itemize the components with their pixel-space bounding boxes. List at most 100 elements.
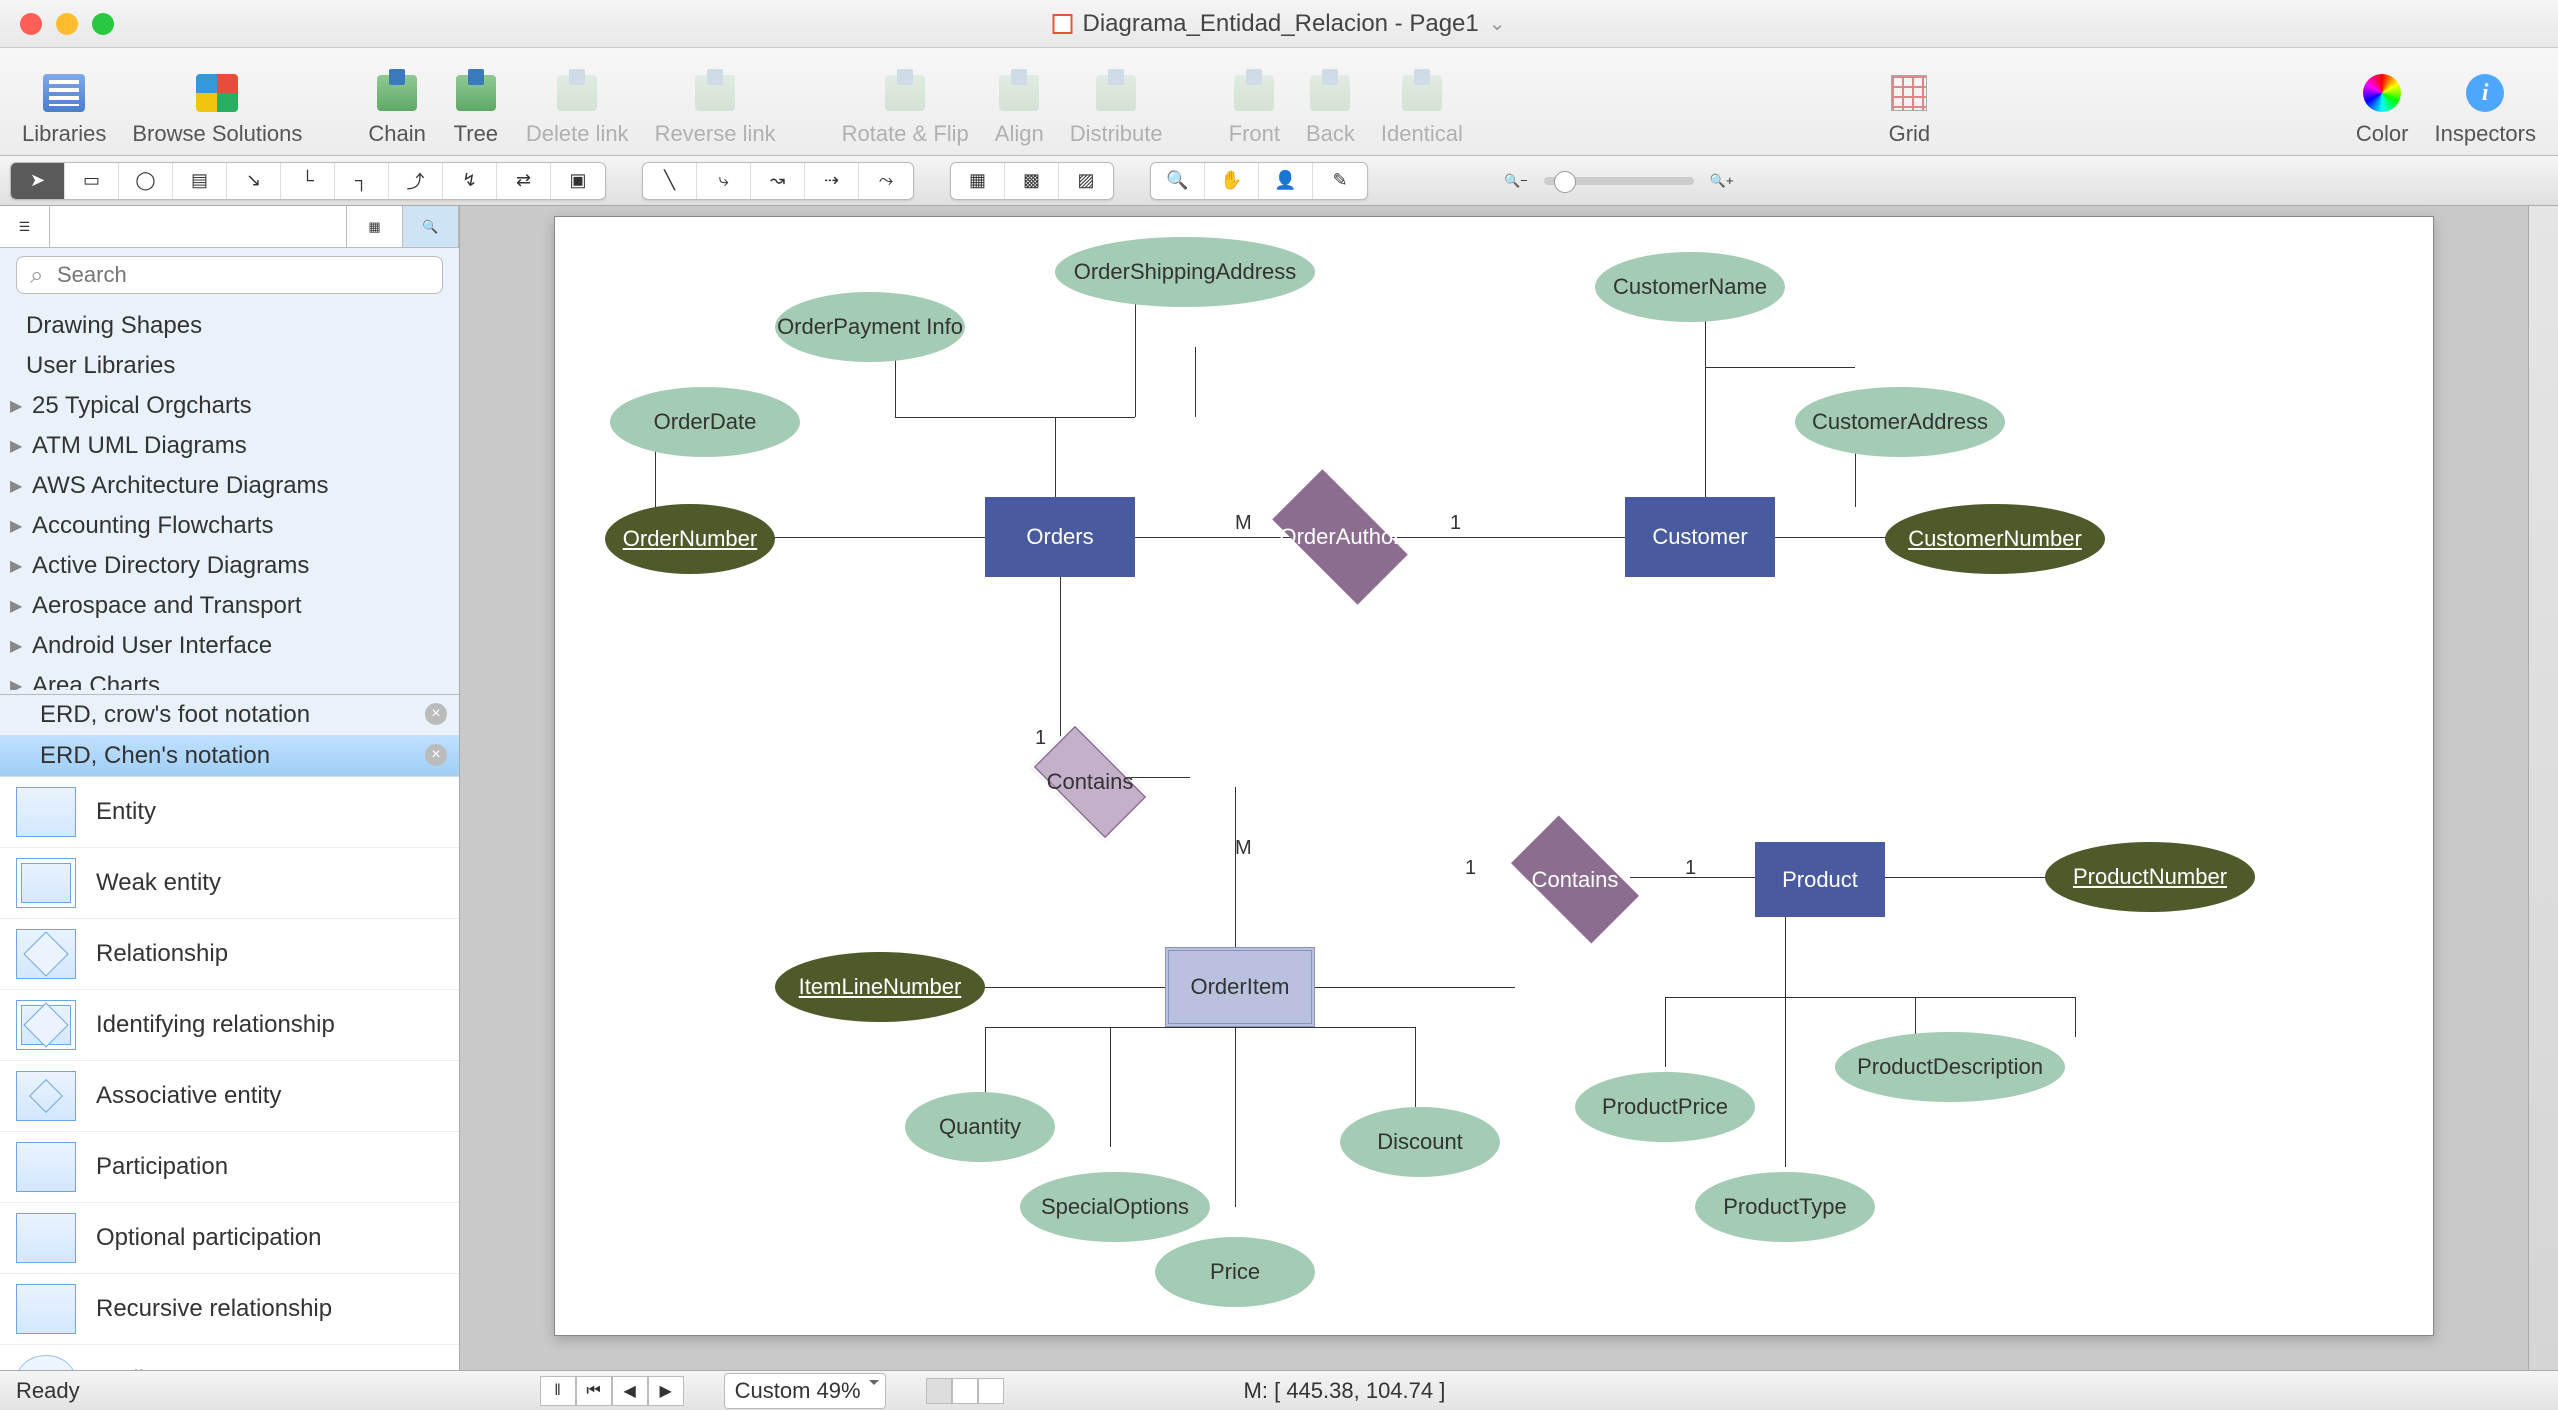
relationship-contains-1[interactable]: Contains <box>1015 737 1165 827</box>
connector-tool-7[interactable]: ▣ <box>551 163 605 199</box>
zoom-select[interactable]: Custom 49% <box>724 1373 886 1409</box>
close-icon[interactable]: × <box>425 744 447 766</box>
key-ordernumber[interactable]: OrderNumber <box>605 504 775 574</box>
tree-item[interactable]: ▶25 Typical Orgcharts <box>0 386 459 426</box>
tree-item[interactable]: Drawing Shapes <box>0 306 459 346</box>
tree-item[interactable]: ▶ATM UML Diagrams <box>0 426 459 466</box>
text-tool[interactable]: ▤ <box>173 163 227 199</box>
shape-recursive-relationship[interactable]: Recursive relationship <box>0 1274 459 1345</box>
line-tool-3[interactable]: ↝ <box>751 163 805 199</box>
attribute-customeraddress[interactable]: CustomerAddress <box>1795 387 2005 457</box>
grid-button[interactable]: Grid <box>1877 69 1941 147</box>
libraries-button[interactable]: Libraries <box>14 69 114 147</box>
connector-tool-5[interactable]: ↯ <box>443 163 497 199</box>
line-tool-4[interactable]: ⇢ <box>805 163 859 199</box>
attribute-orderpaymentinfo[interactable]: OrderPayment Info <box>775 292 965 362</box>
snap-tool-1[interactable]: ▦ <box>951 163 1005 199</box>
attribute-ordershippingaddress[interactable]: OrderShippingAddress <box>1055 237 1315 307</box>
panel-mode-tree[interactable]: ☰ <box>0 206 50 247</box>
hand-tool[interactable]: ✋ <box>1205 163 1259 199</box>
shape-participation[interactable]: Participation <box>0 1132 459 1203</box>
attribute-quantity[interactable]: Quantity <box>905 1092 1055 1162</box>
shape-label: Associative entity <box>96 1082 281 1110</box>
zoom-slider[interactable] <box>1544 177 1694 185</box>
library-tab-crow[interactable]: ERD, crow's foot notation× <box>0 695 459 736</box>
close-window-button[interactable] <box>20 13 42 35</box>
attribute-customername[interactable]: CustomerName <box>1595 252 1785 322</box>
connector-tool-4[interactable]: ⤴ <box>389 163 443 199</box>
zoom-out-button[interactable]: 🔍− <box>1504 173 1528 189</box>
minimize-window-button[interactable] <box>56 13 78 35</box>
page-prev-button[interactable]: ◀ <box>612 1376 648 1406</box>
open-libraries: ERD, crow's foot notation× ERD, Chen's n… <box>0 694 459 777</box>
shape-associative-entity[interactable]: Associative entity <box>0 1061 459 1132</box>
connector-tool-3[interactable]: ┐ <box>335 163 389 199</box>
line-tool-2[interactable]: ⤷ <box>697 163 751 199</box>
tree-item[interactable]: ▶Aerospace and Transport <box>0 586 459 626</box>
connector-tool-1[interactable]: ↘ <box>227 163 281 199</box>
inspectors-button[interactable]: iInspectors <box>2427 69 2545 147</box>
shape-entity[interactable]: Entity <box>0 777 459 848</box>
shape-attribute[interactable]: Attribute <box>0 1345 459 1370</box>
attribute-discount[interactable]: Discount <box>1340 1107 1500 1177</box>
color-button[interactable]: Color <box>2348 69 2417 147</box>
ellipse-tool[interactable]: ◯ <box>119 163 173 199</box>
entity-customer[interactable]: Customer <box>1625 497 1775 577</box>
erd-edge <box>1785 917 1786 997</box>
rect-tool[interactable]: ▭ <box>65 163 119 199</box>
line-tool-5[interactable]: ⤳ <box>859 163 913 199</box>
close-icon[interactable]: × <box>425 703 447 725</box>
page-next-button[interactable]: ▶ <box>648 1376 684 1406</box>
tree-item[interactable]: ▶Area Charts <box>0 666 459 690</box>
page-first-button[interactable]: ⏮ <box>576 1376 612 1406</box>
pointer-tool[interactable]: ➤ <box>11 163 65 199</box>
entity-orders[interactable]: Orders <box>985 497 1135 577</box>
relationship-orderauthor[interactable]: OrderAuthor <box>1255 487 1425 587</box>
relationship-contains-2[interactable]: Contains <box>1495 832 1655 927</box>
key-itemlinenumber[interactable]: ItemLineNumber <box>775 952 985 1022</box>
panel-mode-grid[interactable]: ▦ <box>347 206 403 247</box>
connector-tool-2[interactable]: └ <box>281 163 335 199</box>
line-tool-1[interactable]: ╲ <box>643 163 697 199</box>
snap-tool-3[interactable]: ▨ <box>1059 163 1113 199</box>
zoom-tool[interactable]: 🔍 <box>1151 163 1205 199</box>
shape-relationship[interactable]: Relationship <box>0 919 459 990</box>
shape-weak-entity[interactable]: Weak entity <box>0 848 459 919</box>
tree-item[interactable]: ▶Accounting Flowcharts <box>0 506 459 546</box>
zoom-window-button[interactable] <box>92 13 114 35</box>
panel-mode-blank[interactable] <box>50 206 347 247</box>
crop-tool[interactable]: 👤 <box>1259 163 1313 199</box>
shape-optional-participation[interactable]: Optional participation <box>0 1203 459 1274</box>
attribute-specialoptions[interactable]: SpecialOptions <box>1020 1172 1210 1242</box>
view-mode-segments[interactable] <box>926 1378 1004 1404</box>
attribute-productdescription[interactable]: ProductDescription <box>1835 1032 2065 1102</box>
attribute-price[interactable]: Price <box>1155 1237 1315 1307</box>
snap-tool-2[interactable]: ▩ <box>1005 163 1059 199</box>
attribute-producttype[interactable]: ProductType <box>1695 1172 1875 1242</box>
tree-item[interactable]: User Libraries <box>0 346 459 386</box>
search-input[interactable] <box>16 256 443 294</box>
attribute-orderdate[interactable]: OrderDate <box>610 387 800 457</box>
tree-item[interactable]: ▶Active Directory Diagrams <box>0 546 459 586</box>
key-productnumber[interactable]: ProductNumber <box>2045 842 2255 912</box>
tree-item[interactable]: ▶AWS Architecture Diagrams <box>0 466 459 506</box>
browse-solutions-button[interactable]: Browse Solutions <box>124 69 310 147</box>
entity-product[interactable]: Product <box>1755 842 1885 917</box>
tree-item[interactable]: ▶Android User Interface <box>0 626 459 666</box>
shape-identifying-relationship[interactable]: Identifying relationship <box>0 990 459 1061</box>
entity-orderitem[interactable]: OrderItem <box>1165 947 1315 1027</box>
zoom-in-button[interactable]: 🔍+ <box>1710 173 1734 189</box>
page-pause-button[interactable]: ‖ <box>540 1376 576 1406</box>
key-customernumber[interactable]: CustomerNumber <box>1885 504 2105 574</box>
edit-tool[interactable]: ✎ <box>1313 163 1367 199</box>
library-tab-chen[interactable]: ERD, Chen's notation× <box>0 736 459 777</box>
panel-mode-search[interactable]: 🔍 <box>403 206 459 247</box>
chain-button[interactable]: Chain <box>360 69 433 147</box>
chevron-down-icon[interactable]: ⌄ <box>1489 11 1506 36</box>
connector-tool-6[interactable]: ⇄ <box>497 163 551 199</box>
diagram-page[interactable]: M 1 1 M 1 1 OrderDate OrderPayment Info … <box>554 216 2434 1336</box>
tree-button[interactable]: Tree <box>444 69 508 147</box>
canvas-scroll[interactable]: M 1 1 M 1 1 OrderDate OrderPayment Info … <box>460 206 2528 1370</box>
shape-label: Weak entity <box>96 869 221 897</box>
attribute-productprice[interactable]: ProductPrice <box>1575 1072 1755 1142</box>
